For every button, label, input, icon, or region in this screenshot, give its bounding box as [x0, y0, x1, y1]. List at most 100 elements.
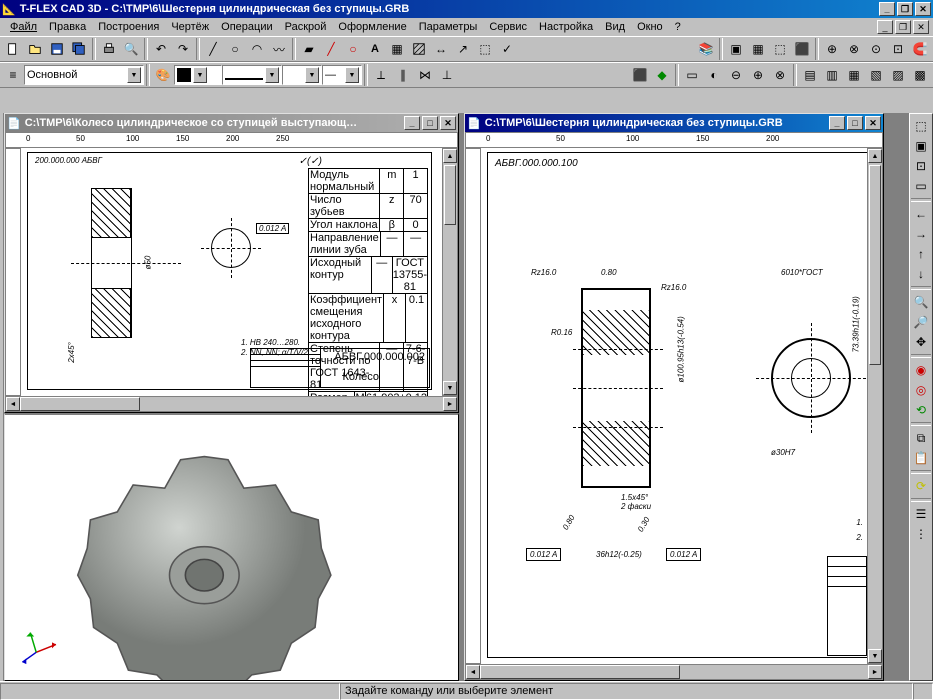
linetype-combo[interactable]: ▼: [222, 65, 282, 85]
op10-button[interactable]: ▨: [887, 64, 909, 86]
text-button[interactable]: A: [364, 38, 386, 60]
relation1-button[interactable]: ⟂: [370, 64, 392, 86]
menu-help[interactable]: ?: [669, 19, 687, 35]
3d-view2-button[interactable]: ▦: [747, 38, 769, 60]
menu-operations[interactable]: Операции: [215, 19, 278, 35]
paste-view-button[interactable]: 📋: [911, 448, 931, 468]
layer-combo-dropdown[interactable]: ▼: [127, 67, 141, 83]
library-button[interactable]: 📚: [695, 38, 717, 60]
scroll-thumb-h[interactable]: [480, 665, 680, 679]
lineweight-combo-dropdown[interactable]: ▼: [305, 67, 319, 83]
mdi-minimize-button[interactable]: _: [877, 20, 893, 34]
scroll-left-button[interactable]: ◄: [6, 397, 20, 411]
scroll-up-button[interactable]: ▲: [868, 149, 882, 163]
menu-settings[interactable]: Настройка: [533, 19, 599, 35]
relation2-button[interactable]: ∥: [392, 64, 414, 86]
save-button[interactable]: [46, 38, 68, 60]
op3-button[interactable]: ⊖: [725, 64, 747, 86]
spline-button[interactable]: 〰: [268, 38, 290, 60]
relation4-button[interactable]: ⊥: [436, 64, 458, 86]
table-button[interactable]: ▦: [386, 38, 408, 60]
doc-window-3d[interactable]: [4, 413, 459, 681]
view-prev-button[interactable]: ◉: [911, 360, 931, 380]
menu-view[interactable]: Вид: [599, 19, 631, 35]
color-combo[interactable]: ▼: [174, 65, 222, 85]
doc2-scrollbar-v[interactable]: ▲ ▼: [867, 148, 883, 664]
magnet-button[interactable]: 🧲: [909, 38, 931, 60]
3d-view4-button[interactable]: ⬛: [791, 38, 813, 60]
part2-button[interactable]: ◆: [651, 64, 673, 86]
doc2-minimize-button[interactable]: _: [829, 116, 845, 130]
op4-button[interactable]: ⊕: [747, 64, 769, 86]
doc-window-1[interactable]: 📄 C:\TMP\6\Колесо цилиндрическое со ступ…: [4, 113, 459, 413]
endstyle-combo[interactable]: — ▼: [322, 65, 362, 85]
doc1-titlebar[interactable]: 📄 C:\TMP\6\Колесо цилиндрическое со ступ…: [5, 114, 458, 132]
zoom-out-button[interactable]: 🔎: [911, 312, 931, 332]
fill-button[interactable]: ▰: [298, 38, 320, 60]
menu-window[interactable]: Окно: [631, 19, 669, 35]
gd-t-button[interactable]: ⬚: [474, 38, 496, 60]
op7-button[interactable]: ▥: [821, 64, 843, 86]
part1-button[interactable]: ⬛: [629, 64, 651, 86]
mdi-restore-button[interactable]: ❐: [895, 20, 911, 34]
op11-button[interactable]: ▩: [909, 64, 931, 86]
menu-file[interactable]: Файл: [4, 19, 43, 35]
scroll-down-button[interactable]: ▼: [443, 381, 457, 395]
zoom-extents-button[interactable]: ▣: [911, 136, 931, 156]
preview-button[interactable]: 🔍: [120, 38, 142, 60]
new-button[interactable]: [2, 38, 24, 60]
doc2-maximize-button[interactable]: □: [847, 116, 863, 130]
pan-left-button[interactable]: ←: [911, 204, 931, 224]
scroll-down-button[interactable]: ▼: [868, 649, 882, 663]
color-combo-dropdown[interactable]: ▼: [193, 67, 207, 83]
sketch-circle-button[interactable]: ○: [342, 38, 364, 60]
op8-button[interactable]: ▦: [843, 64, 865, 86]
menu-edit[interactable]: Правка: [43, 19, 92, 35]
3d-view3-button[interactable]: ⬚: [769, 38, 791, 60]
endstyle-combo-dropdown[interactable]: ▼: [345, 67, 359, 83]
layer-button[interactable]: ≡: [2, 64, 24, 86]
open-button[interactable]: [24, 38, 46, 60]
scroll-thumb[interactable]: [869, 165, 881, 365]
pan-down-button[interactable]: ↓: [911, 264, 931, 284]
scroll-up-button[interactable]: ▲: [443, 149, 457, 163]
scroll-thumb[interactable]: [444, 165, 456, 225]
undo-button[interactable]: ↶: [150, 38, 172, 60]
lineweight-combo[interactable]: ▼: [282, 65, 322, 85]
zoom-window-button[interactable]: ⬚: [911, 116, 931, 136]
doc1-minimize-button[interactable]: _: [404, 116, 420, 130]
doc1-close-button[interactable]: ✕: [440, 116, 456, 130]
hatch-button[interactable]: [408, 38, 430, 60]
doc2-canvas[interactable]: АБВГ.000.000.100 Rz16.0 0.80 Rz16.0 R0.1…: [481, 148, 867, 664]
linetype-combo-dropdown[interactable]: ▼: [265, 67, 279, 83]
line-button[interactable]: ╱: [202, 38, 224, 60]
restore-button[interactable]: ❐: [897, 2, 913, 16]
save-all-button[interactable]: [68, 38, 90, 60]
pan-right-button[interactable]: →: [911, 224, 931, 244]
minimize-button[interactable]: _: [879, 2, 895, 16]
pan-up-button[interactable]: ↑: [911, 244, 931, 264]
palette-button[interactable]: 🎨: [152, 64, 174, 86]
snap1-button[interactable]: ⊕: [821, 38, 843, 60]
doc1-maximize-button[interactable]: □: [422, 116, 438, 130]
orbit-button[interactable]: ⟲: [911, 400, 931, 420]
scroll-right-button[interactable]: ►: [443, 397, 457, 411]
zoom-fit-button[interactable]: ⊡: [911, 156, 931, 176]
doc1-scrollbar-v[interactable]: ▲ ▼: [442, 148, 458, 396]
redo-button[interactable]: ↷: [172, 38, 194, 60]
leader-button[interactable]: ↗: [452, 38, 474, 60]
layer-combo[interactable]: Основной ▼: [24, 65, 144, 85]
zoom-realtime-button[interactable]: ✥: [911, 332, 931, 352]
roughness-button[interactable]: ✓: [496, 38, 518, 60]
mdi-close-button[interactable]: ✕: [913, 20, 929, 34]
menu-drawing[interactable]: Чертёж: [165, 19, 215, 35]
op1-button[interactable]: ▭: [681, 64, 703, 86]
arc-button[interactable]: ◠: [246, 38, 268, 60]
tree-button[interactable]: ⋮: [911, 524, 931, 544]
snap3-button[interactable]: ⊙: [865, 38, 887, 60]
redraw-button[interactable]: ⟳: [911, 476, 931, 496]
snap4-button[interactable]: ⊡: [887, 38, 909, 60]
op2-button[interactable]: ◐: [703, 64, 725, 86]
doc-window-2[interactable]: 📄 C:\TMP\6\Шестерня цилиндрическая без с…: [464, 113, 884, 681]
doc2-titlebar[interactable]: 📄 C:\TMP\6\Шестерня цилиндрическая без с…: [465, 114, 883, 132]
